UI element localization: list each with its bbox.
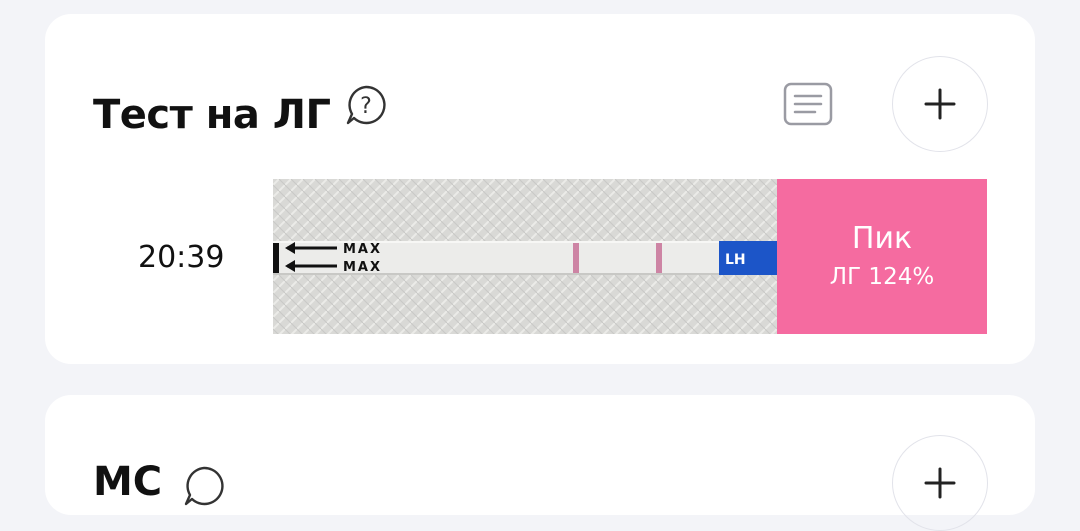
list-icon[interactable]: [783, 82, 833, 126]
add-button[interactable]: [892, 435, 988, 531]
entry-time: 20:39: [138, 240, 225, 275]
strip-label-max-top: MAX: [343, 242, 382, 257]
strip-label-max-bottom: MAX: [343, 260, 382, 275]
add-button[interactable]: [892, 56, 988, 152]
question-bubble-icon[interactable]: [183, 465, 225, 507]
next-card: МС: [45, 395, 1035, 531]
test-strip-photo[interactable]: MAX MAX LH: [273, 179, 777, 334]
question-bubble-icon[interactable]: ?: [345, 84, 387, 126]
svg-text:?: ?: [360, 94, 372, 119]
result-title: Пик: [851, 220, 913, 256]
result-value: ЛГ 124%: [829, 263, 935, 290]
card-title: Тест на ЛГ: [93, 92, 331, 138]
next-card-title: МС: [93, 459, 163, 505]
result-badge[interactable]: Пик ЛГ 124%: [777, 179, 987, 334]
plus-icon: [924, 88, 956, 120]
test-strip-image: MAX MAX LH: [273, 179, 777, 334]
strip-label-lh: LH: [725, 252, 746, 268]
plus-icon: [924, 467, 956, 499]
lh-test-card: Тест на ЛГ ? 20:39 MAX MAX LH Пик ЛГ 124…: [45, 14, 1035, 364]
